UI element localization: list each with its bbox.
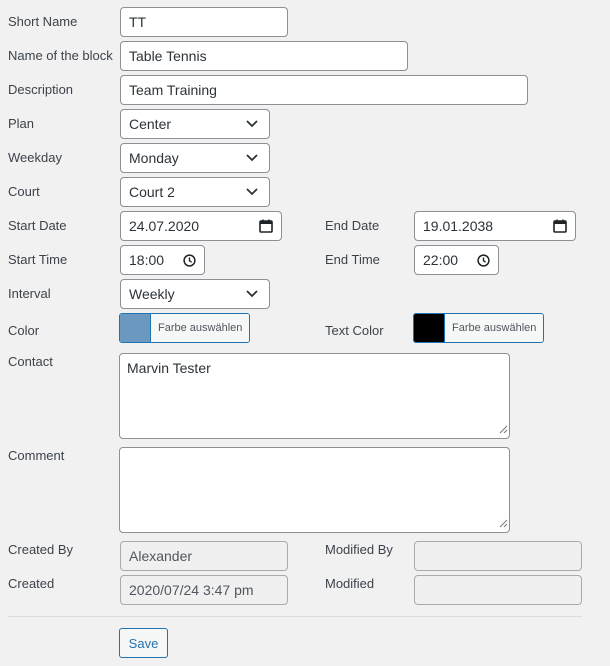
end-time-value: 22:00 xyxy=(423,252,459,268)
divider xyxy=(8,616,582,617)
text-color-swatch xyxy=(414,314,444,342)
resize-grip-icon[interactable] xyxy=(499,421,508,437)
color-swatch xyxy=(120,314,150,342)
color-picker-label: Farbe auswählen xyxy=(150,314,250,342)
end-date-value: 19.01.2038 xyxy=(423,218,494,234)
short-name-input[interactable]: TT xyxy=(120,7,288,37)
contact-label: Contact xyxy=(8,354,53,369)
end-date-input[interactable]: 19.01.2038 xyxy=(414,211,576,241)
court-select[interactable]: Court 2 xyxy=(120,177,270,207)
interval-value: Weekly xyxy=(129,286,175,302)
plan-value: Center xyxy=(129,116,172,132)
contact-value: Marvin Tester xyxy=(127,360,211,376)
interval-select[interactable]: Weekly xyxy=(120,279,270,309)
created-label: Created xyxy=(8,576,55,591)
start-time-label: Start Time xyxy=(8,252,68,267)
created-by-value: Alexander xyxy=(129,548,193,564)
modified-by-label: Modified By xyxy=(325,542,393,557)
block-name-input[interactable]: Table Tennis xyxy=(120,41,408,71)
created-by-label: Created By xyxy=(8,542,74,557)
start-date-value: 24.07.2020 xyxy=(129,218,200,234)
clock-icon[interactable] xyxy=(477,253,490,267)
short-name-label: Short Name xyxy=(8,14,78,29)
created-value: 2020/07/24 3:47 pm xyxy=(129,582,254,598)
chevron-down-icon xyxy=(245,151,259,165)
clock-icon[interactable] xyxy=(183,253,196,267)
comment-textarea[interactable] xyxy=(119,447,510,533)
court-value: Court 2 xyxy=(129,184,175,200)
start-date-label: Start Date xyxy=(8,218,67,233)
color-picker-button[interactable]: Farbe auswählen xyxy=(119,313,251,343)
start-time-value: 18:00 xyxy=(129,252,165,268)
text-color-label: Text Color xyxy=(325,323,384,338)
calendar-icon[interactable] xyxy=(259,219,273,233)
interval-label: Interval xyxy=(8,286,51,301)
color-label: Color xyxy=(8,323,40,338)
end-date-label: End Date xyxy=(325,218,380,233)
block-name-label: Name of the block xyxy=(8,48,113,63)
weekday-value: Monday xyxy=(129,150,179,166)
chevron-down-icon xyxy=(245,287,259,301)
court-label: Court xyxy=(8,184,40,199)
chevron-down-icon xyxy=(245,185,259,199)
description-value: Team Training xyxy=(129,82,217,98)
contact-textarea[interactable]: Marvin Tester xyxy=(119,353,510,439)
modified-by-input xyxy=(414,541,582,571)
weekday-select[interactable]: Monday xyxy=(120,143,270,173)
resize-grip-icon[interactable] xyxy=(499,515,508,531)
description-input[interactable]: Team Training xyxy=(120,75,528,105)
description-label: Description xyxy=(8,82,74,97)
created-by-input: Alexander xyxy=(120,541,288,571)
block-name-value: Table Tennis xyxy=(129,48,207,64)
modified-input xyxy=(414,575,582,605)
chevron-down-icon xyxy=(245,117,259,131)
short-name-value: TT xyxy=(129,14,147,30)
text-color-picker-button[interactable]: Farbe auswählen xyxy=(413,313,545,343)
text-color-picker-label: Farbe auswählen xyxy=(444,314,544,342)
comment-label: Comment xyxy=(8,448,65,463)
end-time-label: End Time xyxy=(325,252,380,267)
start-date-input[interactable]: 24.07.2020 xyxy=(120,211,282,241)
plan-select[interactable]: Center xyxy=(120,109,270,139)
modified-label: Modified xyxy=(325,576,375,591)
save-button[interactable]: Save xyxy=(119,628,168,658)
end-time-input[interactable]: 22:00 xyxy=(414,245,499,275)
created-input: 2020/07/24 3:47 pm xyxy=(120,575,288,605)
weekday-label: Weekday xyxy=(8,150,62,165)
plan-label: Plan xyxy=(8,116,35,131)
start-time-input[interactable]: 18:00 xyxy=(120,245,205,275)
calendar-icon[interactable] xyxy=(553,219,567,233)
